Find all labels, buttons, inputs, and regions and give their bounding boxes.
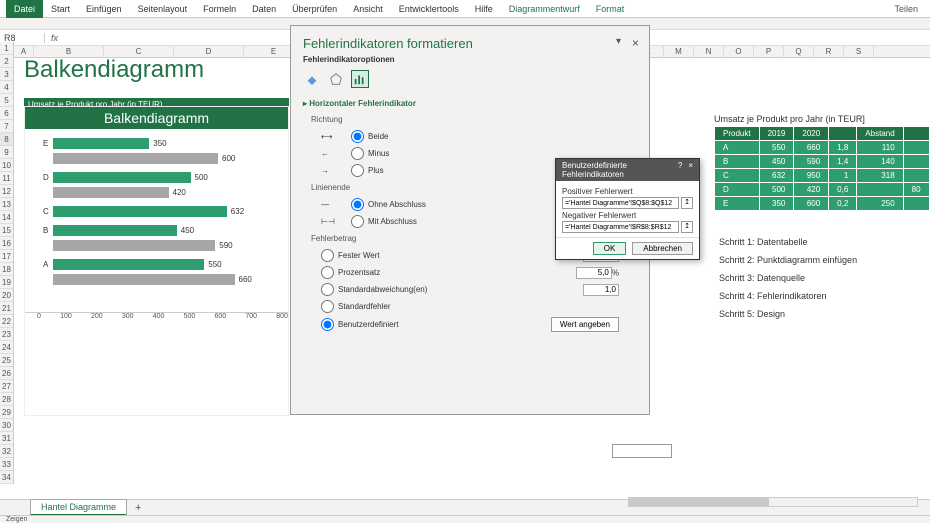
tab-help[interactable]: Hilfe — [467, 0, 501, 18]
dialog-close-icon[interactable]: × — [688, 161, 693, 179]
fx-label: fx — [45, 33, 64, 43]
step-2: Schritt 2: Punktdiagramm einfügen — [719, 255, 857, 265]
row-9[interactable]: 9 — [0, 146, 13, 159]
selection-box — [612, 444, 672, 458]
ref-picker-icon[interactable]: ↥ — [681, 197, 693, 209]
input-stddev[interactable] — [583, 284, 619, 296]
tab-file[interactable]: Datei — [6, 0, 43, 18]
pane-dropdown-icon[interactable]: ▾ — [616, 36, 621, 47]
input-percent[interactable] — [576, 267, 612, 279]
row-headers: 1234567891011121314151617181920212223242… — [0, 42, 14, 484]
radio-stddev[interactable]: Standardabweichung(en) — [291, 281, 649, 298]
row-5[interactable]: 5 — [0, 94, 13, 107]
section-horizontal[interactable]: ▸ Horizontaler Fehlerindikator — [303, 99, 416, 108]
pane-title: Fehlerindikatoren formatieren — [291, 26, 649, 55]
step-5: Schritt 5: Design — [719, 309, 857, 319]
ref-picker-icon[interactable]: ↥ — [681, 221, 693, 233]
pane-subtitle: Fehlerindikatoroptionen — [291, 55, 649, 70]
radio-percent[interactable]: Prozentsatz% — [291, 264, 649, 281]
row-17[interactable]: 17 — [0, 250, 13, 263]
errorbar-options-icon[interactable] — [351, 70, 369, 88]
status-bar: Zeigen — [0, 515, 930, 523]
chart-title: Balkendiagramm — [25, 107, 288, 129]
row-20[interactable]: 20 — [0, 289, 13, 302]
row-16[interactable]: 16 — [0, 237, 13, 250]
dialog-title: Benutzerdefinierte Fehlerindikatoren — [562, 161, 678, 179]
row-29[interactable]: 29 — [0, 406, 13, 419]
row-32[interactable]: 32 — [0, 445, 13, 458]
ok-button[interactable]: OK — [593, 242, 627, 255]
row-25[interactable]: 25 — [0, 354, 13, 367]
row-33[interactable]: 33 — [0, 458, 13, 471]
horizontal-scrollbar[interactable] — [628, 497, 918, 507]
row-24[interactable]: 24 — [0, 341, 13, 354]
page-title: Balkendiagramm — [24, 56, 284, 84]
radio-custom[interactable]: BenutzerdefiniertWert angeben — [291, 315, 649, 334]
steps-list: Schritt 1: Datentabelle Schritt 2: Punkt… — [719, 237, 857, 327]
fill-line-icon[interactable] — [303, 70, 321, 88]
tab-pagelayout[interactable]: Seitenlayout — [130, 0, 196, 18]
sheet-tab-active[interactable]: Hantel Diagramme — [30, 499, 127, 516]
row-1[interactable]: 1 — [0, 42, 13, 55]
tab-chartdesign[interactable]: Diagrammentwurf — [501, 0, 588, 18]
row-23[interactable]: 23 — [0, 328, 13, 341]
tab-insert[interactable]: Einfügen — [78, 0, 130, 18]
row-31[interactable]: 31 — [0, 432, 13, 445]
row-27[interactable]: 27 — [0, 380, 13, 393]
row-22[interactable]: 22 — [0, 315, 13, 328]
step-1: Schritt 1: Datentabelle — [719, 237, 857, 247]
bar-chart[interactable]: Balkendiagramm E350600D500420C632B450590… — [24, 106, 289, 416]
row-34[interactable]: 34 — [0, 471, 13, 484]
positive-value-input[interactable] — [562, 197, 679, 209]
row-26[interactable]: 26 — [0, 367, 13, 380]
tab-review[interactable]: Überprüfen — [284, 0, 345, 18]
specify-value-button[interactable]: Wert angeben — [551, 317, 619, 332]
negative-value-input[interactable] — [562, 221, 679, 233]
step-4: Schritt 4: Fehlerindikatoren — [719, 291, 857, 301]
share-button[interactable]: Teilen — [888, 4, 924, 14]
custom-error-bars-dialog: Benutzerdefinierte Fehlerindikatoren ? ×… — [555, 158, 700, 260]
radio-stderr[interactable]: Standardfehler — [291, 298, 649, 315]
tab-format[interactable]: Format — [588, 0, 633, 18]
row-7[interactable]: 7 — [0, 120, 13, 133]
row-19[interactable]: 19 — [0, 276, 13, 289]
row-10[interactable]: 10 — [0, 159, 13, 172]
close-icon[interactable]: × — [632, 36, 639, 50]
step-3: Schritt 3: Datenquelle — [719, 273, 857, 283]
row-21[interactable]: 21 — [0, 302, 13, 315]
name-box[interactable]: R8 — [0, 33, 45, 43]
sheet-tab-bar: Hantel Diagramme + — [0, 499, 930, 515]
row-2[interactable]: 2 — [0, 55, 13, 68]
tab-data[interactable]: Daten — [244, 0, 284, 18]
help-icon[interactable]: ? — [678, 161, 682, 179]
table-caption: Umsatz je Produkt pro Jahr (in TEUR] — [714, 114, 930, 124]
data-table: Umsatz je Produkt pro Jahr (in TEUR] Pro… — [714, 114, 930, 211]
row-30[interactable]: 30 — [0, 419, 13, 432]
row-8[interactable]: 8 — [0, 133, 13, 146]
group-direction: Richtung — [291, 111, 649, 128]
tab-start[interactable]: Start — [43, 0, 78, 18]
row-14[interactable]: 14 — [0, 211, 13, 224]
negative-label: Negativer Fehlerwert — [562, 211, 693, 220]
row-15[interactable]: 15 — [0, 224, 13, 237]
new-sheet-icon[interactable]: + — [135, 502, 141, 514]
effects-icon[interactable] — [327, 70, 345, 88]
tab-formulas[interactable]: Formeln — [195, 0, 244, 18]
row-13[interactable]: 13 — [0, 198, 13, 211]
row-28[interactable]: 28 — [0, 393, 13, 406]
row-4[interactable]: 4 — [0, 81, 13, 94]
positive-label: Positiver Fehlerwert — [562, 187, 693, 196]
row-12[interactable]: 12 — [0, 185, 13, 198]
cancel-button[interactable]: Abbrechen — [632, 242, 693, 255]
tab-developer[interactable]: Entwicklertools — [391, 0, 467, 18]
radio-both[interactable]: ⟷Beide — [291, 128, 649, 145]
row-3[interactable]: 3 — [0, 68, 13, 81]
row-11[interactable]: 11 — [0, 172, 13, 185]
row-18[interactable]: 18 — [0, 263, 13, 276]
ribbon: Datei Start Einfügen Seitenlayout Formel… — [0, 0, 930, 18]
row-6[interactable]: 6 — [0, 107, 13, 120]
tab-view[interactable]: Ansicht — [345, 0, 391, 18]
